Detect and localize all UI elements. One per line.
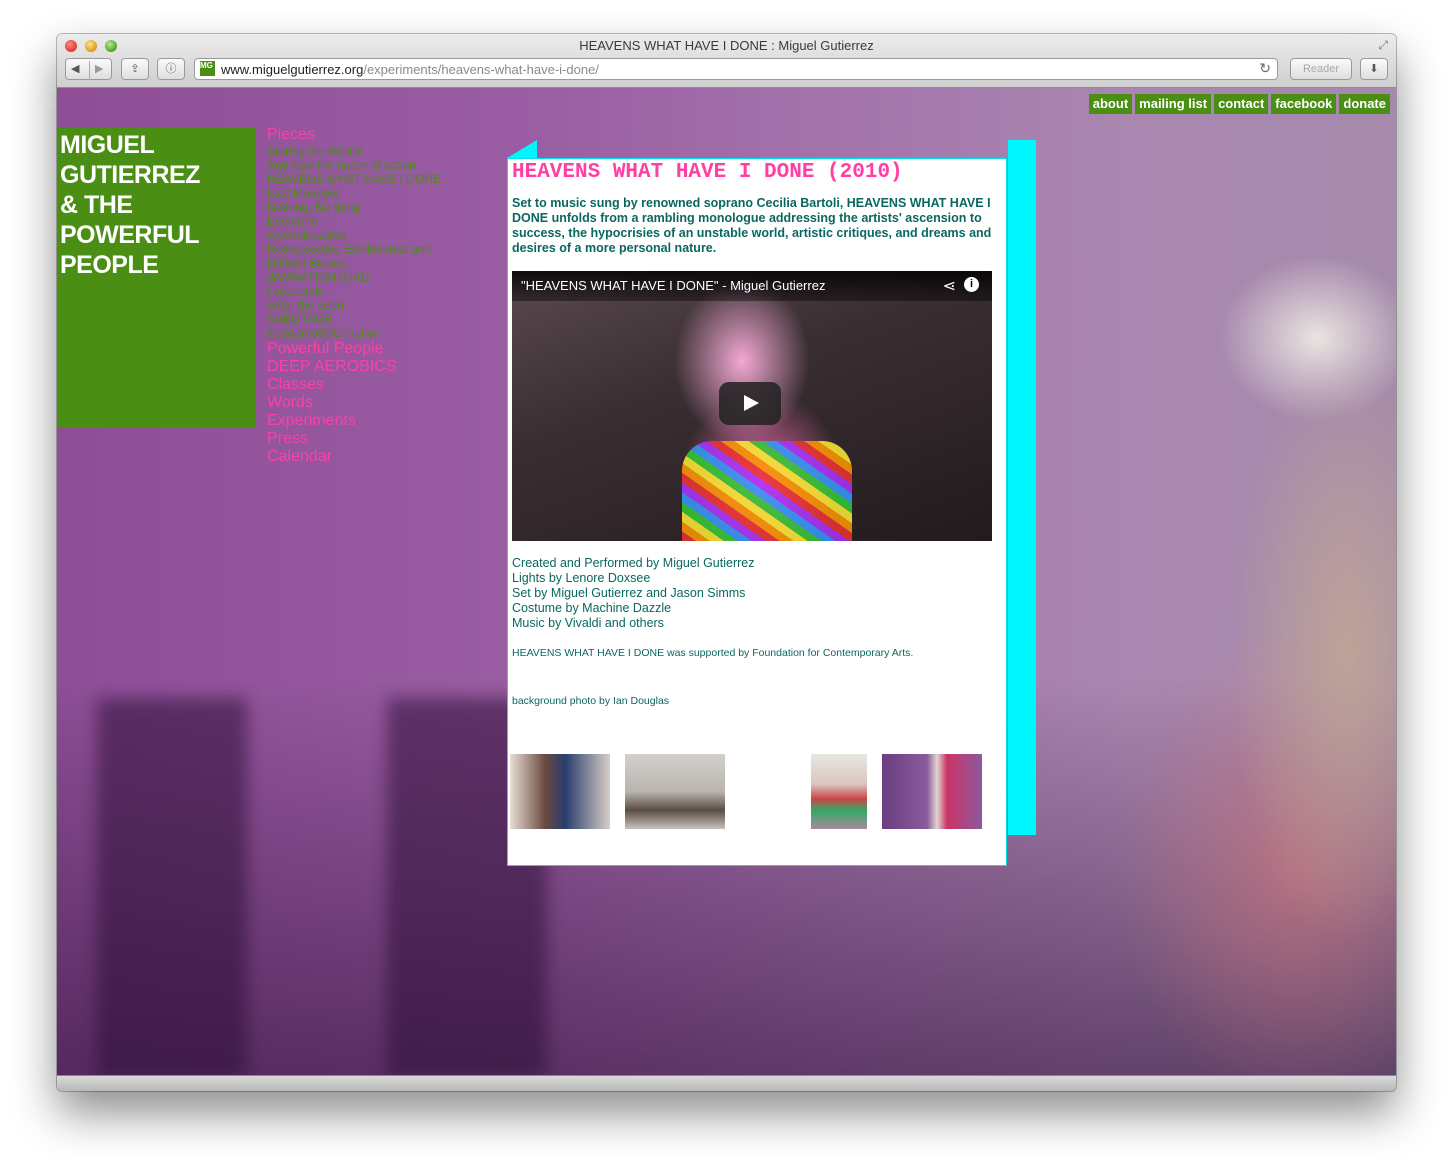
- nav-press[interactable]: Press: [267, 430, 497, 448]
- site-favicon: MG: [200, 61, 215, 76]
- top-links: about mailing list contact facebook dona…: [1088, 94, 1390, 114]
- gallery-thumbnail[interactable]: [740, 754, 796, 829]
- back-forward-buttons: ◀ ▶: [65, 58, 112, 80]
- cyan-accent-corner: [507, 140, 537, 158]
- nav-piece-item[interactable]: I succumb: [267, 284, 497, 298]
- credit-line: Lights by Lenore Doxsee: [512, 571, 651, 585]
- fullscreen-icon[interactable]: ⤢: [1378, 38, 1388, 53]
- gallery-thumbnail[interactable]: [811, 754, 867, 829]
- facebook-link[interactable]: facebook: [1271, 94, 1337, 114]
- nav-piece-item[interactable]: And lose the name of action: [267, 158, 497, 172]
- nav-piece-item[interactable]: enter the seen: [267, 298, 497, 312]
- info-icon: ⓘ: [165, 63, 177, 75]
- url-path: /experiments/heavens-what-have-i-done/: [363, 62, 599, 77]
- gallery-thumbnail[interactable]: [625, 754, 725, 829]
- support-note: HEAVENS WHAT HAVE I DONE was supported b…: [512, 647, 914, 659]
- nav-piece-item[interactable]: freedomofinformation: [267, 326, 497, 340]
- nav-piece-item[interactable]: Retrospective Exhibitionist and: [267, 242, 497, 256]
- credit-line: Created and Performed by Miguel Gutierre…: [512, 556, 755, 570]
- play-button[interactable]: [719, 382, 781, 425]
- logo-line: MIGUEL: [60, 131, 155, 159]
- nav-piece-item[interactable]: SABOTAGE: [267, 312, 497, 326]
- download-icon: ⬇: [1369, 63, 1379, 75]
- credits-list: Created and Performed by Miguel Gutierre…: [512, 556, 996, 631]
- video-header: "HEAVENS WHAT HAVE I DONE" - Miguel Guti…: [512, 271, 992, 301]
- nav-words[interactable]: Words: [267, 394, 497, 412]
- piece-description: Set to music sung by renowned soprano Ce…: [512, 196, 992, 255]
- video-still-image: [682, 441, 852, 541]
- reader-button[interactable]: Reader: [1290, 58, 1352, 80]
- logo-line: & THE: [60, 191, 133, 219]
- video-share-icon[interactable]: ⋖: [943, 276, 956, 296]
- download-button[interactable]: ⬇: [1360, 58, 1388, 80]
- photo-credit: background photo by Ian Douglas: [512, 695, 670, 707]
- nav-piece-item[interactable]: Everyone: [267, 214, 497, 228]
- nav-piece-item[interactable]: Last Meadow: [267, 186, 497, 200]
- web-page: about mailing list contact facebook dona…: [57, 88, 1396, 1076]
- video-player[interactable]: "HEAVENS WHAT HAVE I DONE" - Miguel Guti…: [512, 271, 992, 541]
- gallery-thumbnail[interactable]: [510, 754, 610, 829]
- forward-arrow-icon[interactable]: ▶: [95, 59, 103, 80]
- site-logo[interactable]: MIGUEL GUTIERREZ & THE POWERFUL PEOPLE: [57, 128, 256, 428]
- share-icon: ⇪: [130, 63, 140, 75]
- nav-classes[interactable]: Classes: [267, 376, 497, 394]
- logo-line: GUTIERREZ: [60, 161, 200, 189]
- cyan-accent-strip: [1008, 140, 1036, 835]
- credit-line: Set by Miguel Gutierrez and Jason Simms: [512, 586, 746, 600]
- nav-powerful-people[interactable]: Powerful People: [267, 340, 497, 358]
- contact-link[interactable]: contact: [1214, 94, 1269, 114]
- nav-piece-item[interactable]: Nothing, No thing: [267, 200, 497, 214]
- video-info-icon[interactable]: i: [964, 277, 979, 292]
- url-text[interactable]: www.miguelgutierrez.org/experiments/heav…: [221, 62, 599, 77]
- reload-icon[interactable]: ↻: [1259, 60, 1271, 77]
- browser-toolbar: HEAVENS WHAT HAVE I DONE : Miguel Gutier…: [57, 34, 1396, 88]
- browser-window: HEAVENS WHAT HAVE I DONE : Miguel Gutier…: [57, 34, 1396, 1091]
- nav-piece-item[interactable]: Difficult Bodies: [267, 256, 497, 270]
- logo-line: POWERFUL: [60, 221, 200, 249]
- button-divider: [89, 61, 90, 78]
- background-shadow: [97, 698, 247, 1076]
- info-button[interactable]: ⓘ: [157, 58, 185, 80]
- gallery-thumbnail[interactable]: [882, 754, 982, 829]
- nav-piece-item[interactable]: HEAVENS WHAT HAVE I DONE: [267, 172, 497, 186]
- url-domain: www.miguelgutierrez.org: [221, 62, 364, 77]
- nav-experiments[interactable]: Experiments: [267, 412, 497, 430]
- window-title: HEAVENS WHAT HAVE I DONE : Miguel Gutier…: [579, 38, 874, 53]
- logo-text: MIGUEL GUTIERREZ & THE POWERFUL PEOPLE: [60, 130, 250, 280]
- nav-piece-item[interactable]: dAMNATION rOAD: [267, 270, 497, 284]
- mailing-list-link[interactable]: mailing list: [1135, 94, 1212, 114]
- nav-piece-item[interactable]: Storing the Winter: [267, 144, 497, 158]
- nav-deep-aerobics[interactable]: DEEP AEROBICS: [267, 358, 497, 376]
- address-bar[interactable]: MG www.miguelgutierrez.org/experiments/h…: [194, 58, 1278, 80]
- donate-link[interactable]: donate: [1339, 94, 1390, 114]
- logo-line: PEOPLE: [60, 251, 159, 279]
- nav-calendar[interactable]: Calendar: [267, 448, 497, 466]
- nav-piece-item[interactable]: myendlesslove: [267, 228, 497, 242]
- main-navigation: Pieces Storing the Winter And lose the n…: [267, 126, 497, 466]
- back-arrow-icon[interactable]: ◀: [71, 59, 79, 80]
- nav-pieces[interactable]: Pieces: [267, 126, 497, 144]
- credit-line: Costume by Machine Dazzle: [512, 601, 672, 615]
- about-link[interactable]: about: [1088, 94, 1133, 114]
- window-bottom-bar: [57, 1075, 1396, 1091]
- video-title[interactable]: "HEAVENS WHAT HAVE I DONE" - Miguel Guti…: [521, 278, 825, 293]
- piece-title: HEAVENS WHAT HAVE I DONE (2010): [512, 161, 903, 184]
- share-button[interactable]: ⇪: [121, 58, 149, 80]
- credit-line: Music by Vivaldi and others: [512, 616, 664, 630]
- content-panel: HEAVENS WHAT HAVE I DONE (2010) Set to m…: [507, 158, 1007, 866]
